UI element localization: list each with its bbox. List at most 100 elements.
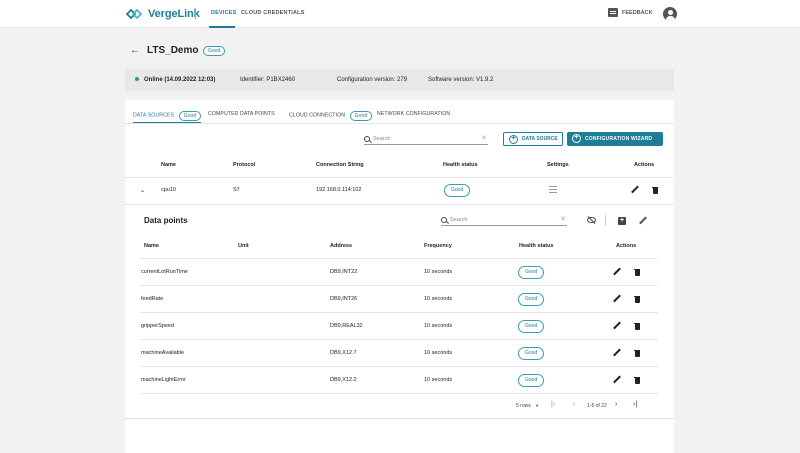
configuration-wizard-label: CONFIGURATION WIZARD (585, 136, 653, 142)
last-page-icon[interactable]: ›| (633, 401, 637, 408)
dp-row-divider (140, 285, 658, 286)
dp-column-frequency: Frequency (424, 243, 452, 249)
first-page-icon[interactable]: |‹ (551, 401, 555, 408)
delete-data-point-icon[interactable] (634, 376, 640, 384)
chevron-down-icon[interactable]: ⌄ (139, 187, 146, 194)
dp-row-divider (140, 366, 658, 367)
table-header-divider (125, 177, 674, 178)
search-icon (441, 216, 447, 223)
tab-cloud-connection-badge: Good (349, 111, 373, 121)
dp-address: DB9,INT22 (330, 269, 358, 275)
next-page-icon[interactable]: › (615, 401, 617, 408)
dp-address: DB9,X12.7 (330, 350, 357, 356)
dp-frequency: 10 seconds (424, 377, 453, 383)
data-sources-search-input[interactable] (373, 135, 485, 142)
add-data-point-icon[interactable]: + (618, 217, 626, 225)
dp-address: DB9,INT26 (330, 296, 358, 302)
dp-column-name: Name (144, 243, 159, 249)
online-status: Online (14.09.2022 12:03) (144, 77, 216, 83)
rows-per-page-select[interactable]: 5 rows ▼ (516, 403, 539, 409)
source-health-badge: Good (444, 184, 471, 197)
rows-per-page-value: 5 rows (516, 403, 531, 409)
feedback-icon (608, 8, 618, 17)
dp-address: DB9,X12.2 (330, 377, 357, 383)
dp-name: feedRate (141, 296, 164, 302)
config-version: Configuration version: 279 (337, 77, 408, 83)
tab-data-sources[interactable]: DATA SOURCES Good (133, 111, 202, 121)
delete-data-point-icon[interactable] (634, 322, 640, 330)
visibility-off-icon[interactable] (587, 217, 596, 223)
caret-down-icon: ▼ (535, 403, 540, 408)
tune-settings-icon[interactable] (549, 186, 557, 193)
dp-frequency: 10 seconds (424, 269, 453, 275)
nav-active-indicator (209, 26, 235, 28)
dp-header-divider (140, 258, 658, 259)
clear-search-icon[interactable]: ✕ (481, 134, 487, 142)
source-connection-string: 192.168.0.114:102 (316, 187, 362, 193)
dp-frequency: 10 seconds (424, 350, 453, 356)
nav-divider (195, 8, 196, 19)
logo[interactable]: VergeLink (125, 7, 200, 21)
panel-bottom-divider (125, 418, 674, 419)
dp-address: DB9,REAL32 (330, 323, 363, 329)
add-data-source-button[interactable]: + DATA SOURCE (503, 132, 563, 146)
dp-health-badge: Good (518, 266, 545, 279)
dp-frequency: 10 seconds (424, 323, 453, 329)
add-circle-icon: + (509, 135, 518, 144)
feedback-label: FEEDBACK (622, 9, 653, 16)
dp-column-health-status: Health status (519, 243, 554, 249)
nav-devices[interactable]: DEVICES (211, 10, 237, 16)
edit-source-icon[interactable] (631, 186, 639, 194)
source-name: cpu10 (161, 187, 176, 193)
delete-source-icon[interactable] (652, 186, 658, 194)
column-header-name: Name (161, 162, 176, 168)
data-sources-search[interactable]: ✕ (364, 133, 488, 145)
dp-row-divider (140, 312, 658, 313)
edit-data-point-icon[interactable] (613, 376, 621, 384)
tab-network-configuration[interactable]: NETWORK CONFIGURATION (377, 111, 450, 117)
delete-data-point-icon[interactable] (634, 295, 640, 303)
delete-data-point-icon[interactable] (634, 349, 640, 357)
column-header-actions: Actions (634, 162, 655, 168)
edit-data-point-icon[interactable] (613, 322, 621, 330)
nav-cloud-credentials[interactable]: CLOUD CREDENTIALS (241, 10, 305, 16)
dp-name: machineAvailable (141, 350, 185, 356)
configuration-wizard-button[interactable]: + CONFIGURATION WIZARD (567, 132, 663, 146)
edit-data-point-icon[interactable] (613, 268, 621, 276)
dp-column-address: Address (330, 243, 353, 249)
add-circle-icon: + (572, 134, 581, 143)
edit-data-point-icon[interactable] (613, 295, 621, 303)
pagination-range: 1-5 of 22 (587, 403, 607, 409)
tab-cloud-connection[interactable]: CLOUD CONNECTION Good (289, 111, 373, 121)
dp-health-badge: Good (518, 374, 545, 387)
search-icon (364, 135, 370, 142)
account-icon[interactable] (663, 7, 677, 21)
online-status-dot (135, 77, 139, 81)
dp-frequency: 10 seconds (424, 296, 453, 302)
device-health-badge: Good (203, 46, 226, 56)
clear-search-icon[interactable]: ✕ (560, 215, 566, 223)
logo-icon (125, 8, 143, 20)
back-arrow-icon[interactable]: ← (130, 45, 140, 56)
dp-name: machineLightError (141, 377, 186, 383)
edit-data-points-icon[interactable] (639, 217, 647, 225)
feedback-button[interactable]: FEEDBACK (608, 8, 653, 17)
software-version: Software version: V1.9.2 (428, 77, 494, 83)
main-card (125, 100, 674, 453)
source-protocol: S7 (233, 187, 240, 193)
dp-name: currentLotRunTime (141, 269, 188, 275)
delete-data-point-icon[interactable] (634, 268, 640, 276)
tabs-divider (125, 123, 674, 124)
tab-computed-data-points[interactable]: COMPUTED DATA POINTS (208, 111, 275, 117)
dp-column-actions: Actions (616, 243, 637, 249)
edit-data-point-icon[interactable] (613, 349, 621, 357)
data-points-search[interactable]: ✕ (441, 214, 567, 226)
column-header-connection-string: Connection String (316, 162, 364, 168)
dp-column-unit: Unit (238, 243, 249, 249)
logo-text: VergeLink (148, 8, 200, 20)
previous-page-icon[interactable]: ‹ (573, 401, 575, 408)
dp-health-badge: Good (518, 293, 545, 306)
column-header-settings: Settings (547, 162, 569, 168)
data-points-search-input[interactable] (450, 216, 564, 223)
dp-health-badge: Good (518, 347, 545, 360)
